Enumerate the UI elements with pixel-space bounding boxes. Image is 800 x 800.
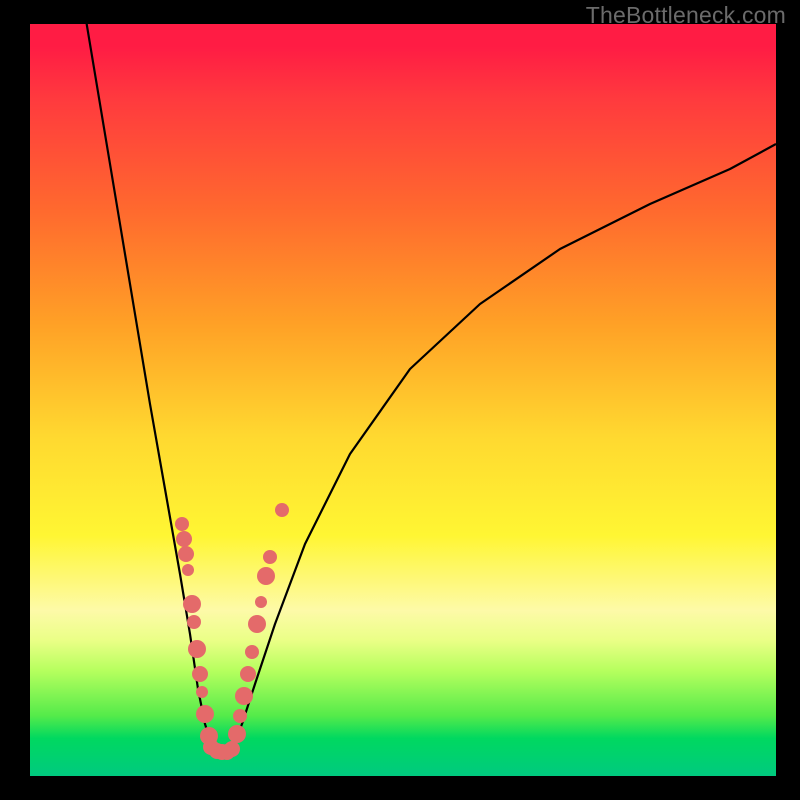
data-dot	[233, 709, 247, 723]
plot-area	[30, 24, 776, 776]
data-dot	[255, 596, 267, 608]
data-dot	[248, 615, 266, 633]
data-dot	[224, 741, 240, 757]
watermark-text: TheBottleneck.com	[586, 2, 786, 29]
data-dot	[196, 705, 214, 723]
data-dot	[175, 517, 189, 531]
data-dot	[178, 546, 194, 562]
data-dot	[183, 595, 201, 613]
data-dot	[245, 645, 259, 659]
chart-frame: TheBottleneck.com	[0, 0, 800, 800]
data-dot	[240, 666, 256, 682]
chart-svg	[30, 24, 776, 776]
data-dot	[235, 687, 253, 705]
data-dot	[263, 550, 277, 564]
data-dot	[188, 640, 206, 658]
data-dot	[275, 503, 289, 517]
data-dot	[257, 567, 275, 585]
data-dot	[192, 666, 208, 682]
data-dot	[187, 615, 201, 629]
data-dot	[228, 725, 246, 743]
bottleneck-curve	[80, 24, 776, 750]
data-dot	[176, 531, 192, 547]
data-dot	[182, 564, 194, 576]
data-dot	[196, 686, 208, 698]
